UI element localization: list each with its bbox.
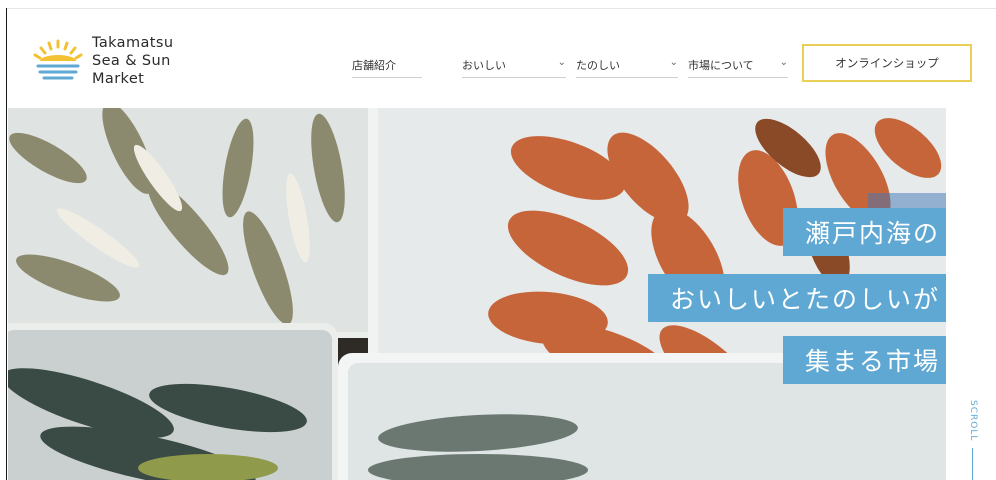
page-frame-left: [6, 8, 7, 480]
nav-item-label: 店舗紹介: [352, 59, 396, 72]
hero-headline-line-1: 瀬戸内海の: [782, 208, 946, 256]
nav-item-about-market[interactable]: 市場について ⌄: [688, 48, 788, 78]
sun-sea-logo-icon: [33, 39, 83, 80]
nav-item-label: 市場について: [688, 59, 754, 72]
hero-image: ▆▆▆▆ 瀬戸内海の おいしいとたのしいが 集まる市場: [8, 108, 946, 480]
nav-item-label: たのしい: [576, 59, 620, 72]
nav-item-tanoshii[interactable]: たのしい ⌄: [576, 48, 678, 78]
scroll-label: SCROLL: [968, 400, 978, 442]
page-frame-top: [6, 8, 996, 9]
logo-line-3: Market: [92, 71, 145, 87]
logo-line-1: Takamatsu: [92, 35, 174, 51]
nav-item-oishii[interactable]: おいしい ⌄: [462, 48, 566, 78]
chevron-down-icon: ⌄: [779, 57, 788, 68]
online-shop-button[interactable]: オンラインショップ: [802, 44, 972, 82]
chevron-down-icon: ⌄: [669, 57, 678, 68]
chevron-down-icon: ⌄: [557, 57, 566, 68]
hero-headline-line-2: おいしいとたのしいが: [647, 274, 946, 322]
logo-wordmark: Takamatsu Sea & Sun Market: [92, 34, 173, 88]
scroll-line: [972, 448, 973, 480]
scroll-indicator[interactable]: SCROLL: [968, 400, 984, 480]
nav-item-label: おいしい: [462, 59, 506, 72]
site-logo[interactable]: Takamatsu Sea & Sun Market: [30, 30, 210, 92]
logo-line-2: Sea & Sun: [92, 53, 171, 69]
nav-item-stores[interactable]: 店舗紹介: [352, 48, 422, 78]
hero-headline-line-3: 集まる市場: [782, 336, 946, 384]
